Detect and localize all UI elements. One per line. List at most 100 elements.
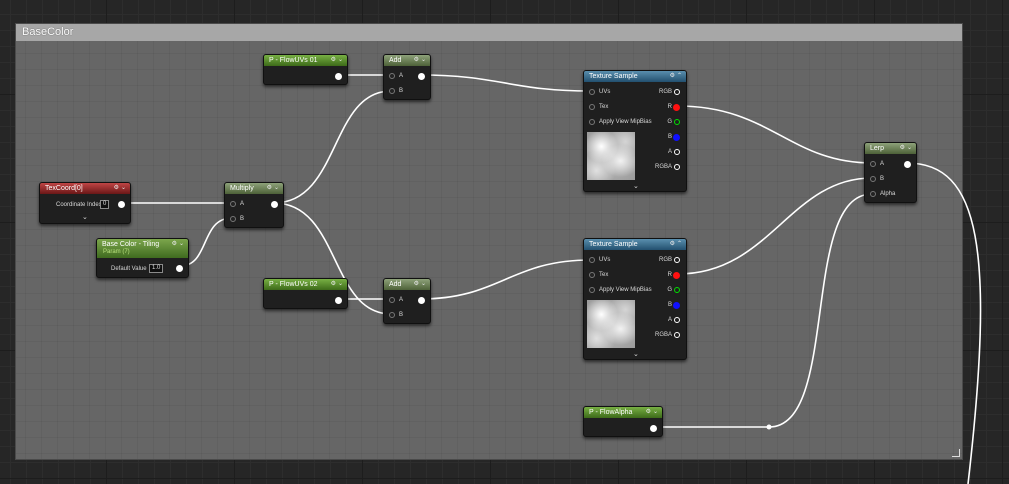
pin-label-rgb: RGB xyxy=(658,257,672,263)
output-pin-rgba[interactable] xyxy=(674,332,680,338)
chevron-down-icon[interactable]: ⌄ xyxy=(179,241,184,247)
comment-title[interactable]: BaseColor xyxy=(16,24,962,41)
chevron-down-icon[interactable]: ⌄ xyxy=(633,183,639,190)
input-pin-mipbias[interactable] xyxy=(589,287,595,293)
chevron-down-icon[interactable]: ⌄ xyxy=(421,281,426,287)
output-pin-g[interactable] xyxy=(674,287,680,293)
input-pin-tex[interactable] xyxy=(589,272,595,278)
input-pin-a[interactable] xyxy=(389,73,395,79)
pin-label-g: G xyxy=(667,119,672,125)
chevron-down-icon[interactable]: ⌄ xyxy=(338,281,343,287)
gear-icon[interactable]: ⚙ xyxy=(172,241,177,247)
node-title-text: Base Color - Tiling xyxy=(102,241,160,248)
output-pin-a[interactable] xyxy=(674,317,680,323)
chevron-up-icon[interactable]: ⌃ xyxy=(677,73,682,79)
input-pin-mipbias[interactable] xyxy=(589,119,595,125)
output-pin-rgba[interactable] xyxy=(674,164,680,170)
input-pin-b[interactable] xyxy=(230,216,236,222)
output-pin-g[interactable] xyxy=(674,119,680,125)
pin-label-tex: Tex xyxy=(599,104,609,110)
gear-icon[interactable]: ⚙ xyxy=(670,73,675,79)
chevron-down-icon[interactable]: ⌄ xyxy=(274,185,279,191)
output-pin[interactable] xyxy=(418,297,425,304)
node-lerp[interactable]: Lerp ⚙ ⌄ A B Alpha xyxy=(864,142,917,203)
pin-label-uvs: UVs xyxy=(599,257,611,263)
output-pin-rgb[interactable] xyxy=(674,257,680,263)
node-add-2[interactable]: Add ⚙ ⌄ A B xyxy=(383,278,431,324)
input-pin-uvs[interactable] xyxy=(589,89,595,95)
node-texture-sample-2[interactable]: Texture Sample ⚙ ⌃ UVs Tex Apply View Mip… xyxy=(583,238,687,360)
pin-label-r: R xyxy=(667,104,672,110)
input-pin-tex[interactable] xyxy=(589,104,595,110)
gear-icon[interactable]: ⚙ xyxy=(414,57,419,63)
input-pin-a[interactable] xyxy=(230,201,236,207)
output-pin[interactable] xyxy=(335,297,342,304)
gear-icon[interactable]: ⚙ xyxy=(670,241,675,247)
chevron-down-icon[interactable]: ⌄ xyxy=(633,351,639,358)
output-pin-rgb[interactable] xyxy=(674,89,680,95)
gear-icon[interactable]: ⚙ xyxy=(267,185,272,191)
node-texture-sample-1[interactable]: Texture Sample ⚙ ⌃ UVs Tex Apply View Mip… xyxy=(583,70,687,192)
output-pin-b[interactable] xyxy=(673,134,680,141)
output-pin[interactable] xyxy=(650,425,657,432)
gear-icon[interactable]: ⚙ xyxy=(114,185,119,191)
input-pin-b[interactable] xyxy=(389,88,395,94)
gear-icon[interactable]: ⚙ xyxy=(414,281,419,287)
node-flow-uvs-02[interactable]: P - FlowUVs 02 ⚙ ⌄ xyxy=(263,278,348,309)
output-pin[interactable] xyxy=(176,265,183,272)
resize-handle[interactable] xyxy=(952,449,960,457)
default-value-label: Default Value xyxy=(111,266,147,272)
coordinate-index-field[interactable]: 0 xyxy=(100,200,110,209)
texture-preview xyxy=(587,132,635,180)
gear-icon[interactable]: ⚙ xyxy=(331,57,336,63)
pin-label-b: B xyxy=(399,88,404,94)
pin-label-a: A xyxy=(667,317,672,323)
output-pin-r[interactable] xyxy=(673,104,680,111)
node-texcoord[interactable]: TexCoord[0] ⚙ ⌄ Coordinate Index 0 ⌄ xyxy=(39,182,131,224)
output-pin[interactable] xyxy=(904,161,911,168)
chevron-down-icon[interactable]: ⌄ xyxy=(653,409,658,415)
node-subtitle: Param (7) xyxy=(103,249,130,255)
input-pin-alpha[interactable] xyxy=(870,191,876,197)
pin-label-a: A xyxy=(880,161,885,167)
chevron-down-icon[interactable]: ⌄ xyxy=(421,57,426,63)
chevron-down-icon[interactable]: ⌄ xyxy=(338,57,343,63)
gear-icon[interactable]: ⚙ xyxy=(331,281,336,287)
pin-label-a: A xyxy=(667,149,672,155)
output-pin[interactable] xyxy=(271,201,278,208)
output-pin-r[interactable] xyxy=(673,272,680,279)
pin-label-tex: Tex xyxy=(599,272,609,278)
input-pin-uvs[interactable] xyxy=(589,257,595,263)
output-pin-a[interactable] xyxy=(674,149,680,155)
pin-label-mipbias: Apply View MipBias xyxy=(599,119,652,125)
pin-label-rgba: RGBA xyxy=(654,164,672,170)
pin-label-mipbias: Apply View MipBias xyxy=(599,287,652,293)
pin-label-b: B xyxy=(667,134,672,140)
node-flow-uvs-01[interactable]: P - FlowUVs 01 ⚙ ⌄ xyxy=(263,54,348,85)
pin-label-rgb: RGB xyxy=(658,89,672,95)
pin-label-uvs: UVs xyxy=(599,89,611,95)
output-pin-b[interactable] xyxy=(673,302,680,309)
gear-icon[interactable]: ⚙ xyxy=(646,409,651,415)
chevron-up-icon[interactable]: ⌃ xyxy=(677,241,682,247)
node-flow-alpha[interactable]: P - FlowAlpha ⚙ ⌄ xyxy=(583,406,663,437)
input-pin-b[interactable] xyxy=(870,176,876,182)
gear-icon[interactable]: ⚙ xyxy=(900,145,905,151)
pin-label-b: B xyxy=(399,312,404,318)
chevron-down-icon[interactable]: ⌄ xyxy=(907,145,912,151)
pin-label-r: R xyxy=(667,272,672,278)
output-pin[interactable] xyxy=(335,73,342,80)
node-multiply[interactable]: Multiply ⚙ ⌄ A B xyxy=(224,182,284,228)
chevron-down-icon[interactable]: ⌄ xyxy=(121,185,126,191)
chevron-down-icon[interactable]: ⌄ xyxy=(82,214,88,221)
pin-label-a: A xyxy=(399,73,404,79)
output-pin[interactable] xyxy=(418,73,425,80)
output-pin[interactable] xyxy=(118,201,125,208)
input-pin-a[interactable] xyxy=(870,161,876,167)
default-value-field[interactable]: 1.0 xyxy=(149,264,164,273)
pin-label-g: G xyxy=(667,287,672,293)
node-base-color-tiling[interactable]: Base Color - Tiling Param (7) ⚙ ⌄ Default… xyxy=(96,238,189,278)
input-pin-a[interactable] xyxy=(389,297,395,303)
node-add-1[interactable]: Add ⚙ ⌄ A B xyxy=(383,54,431,100)
input-pin-b[interactable] xyxy=(389,312,395,318)
